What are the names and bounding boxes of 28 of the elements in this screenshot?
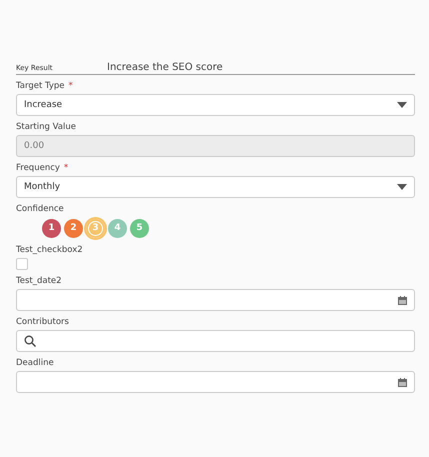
- confidence-option[interactable]: 5: [130, 218, 149, 238]
- checkbox[interactable]: [16, 258, 28, 270]
- field-label: Test_date2: [16, 276, 62, 286]
- dropdown[interactable]: Increase: [16, 94, 415, 116]
- field-label: Contributors: [16, 317, 69, 327]
- field-label: Confidence: [16, 204, 64, 214]
- search-field[interactable]: [16, 330, 415, 352]
- field-label: Target Type: [16, 81, 65, 91]
- key-result-value: Increase the SEO score: [107, 62, 223, 73]
- required-asterisk: *: [68, 81, 73, 91]
- input-value: 0.00: [24, 141, 44, 151]
- dropdown-value: Increase: [24, 100, 62, 110]
- caret-icon: [397, 184, 407, 190]
- dropdown[interactable]: Monthly: [16, 176, 415, 198]
- confidence-option[interactable]: 1: [42, 218, 61, 238]
- field-label: Frequency: [16, 163, 60, 173]
- date-field[interactable]: [16, 289, 415, 311]
- field-label: Deadline: [16, 358, 54, 368]
- confidence-option[interactable]: 2: [64, 218, 83, 238]
- search-icon: [24, 335, 36, 347]
- date-field[interactable]: [16, 371, 415, 393]
- required-asterisk: *: [64, 163, 68, 173]
- caret-icon: [397, 102, 407, 108]
- field-label: Starting Value: [16, 122, 76, 132]
- calendar-icon: [398, 378, 407, 386]
- dropdown-value: Monthly: [24, 182, 60, 192]
- calendar-icon: [398, 296, 407, 304]
- field-label: Test_checkbox2: [16, 245, 83, 255]
